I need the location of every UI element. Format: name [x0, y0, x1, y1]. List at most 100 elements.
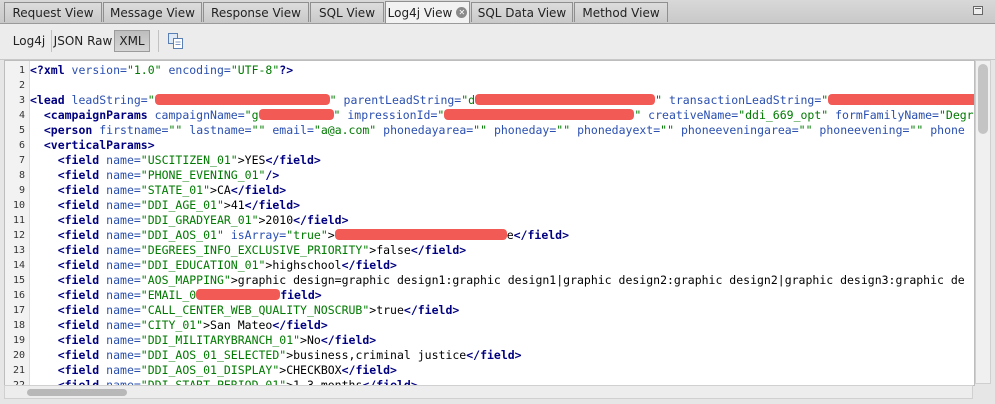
json-raw-button-label: JSON Raw [53, 34, 113, 48]
tab-log4j-view[interactable]: Log4j View ✕ [385, 1, 470, 23]
xml-tag: <verticalParams> [30, 138, 155, 152]
xml-attribute: phoneday= [487, 123, 557, 137]
xml-attribute: name= [99, 183, 141, 197]
xml-attribute: name= [99, 213, 141, 227]
xml-attribute: impressionId= [340, 108, 438, 122]
line-number: 17 [12, 305, 25, 316]
xml-button[interactable]: XML [114, 30, 150, 52]
xml-tag: <field [30, 213, 100, 227]
xml-value: "STATE_01" [140, 183, 211, 197]
xml-tag: /> [265, 168, 280, 182]
xml-tag: <field [30, 168, 100, 182]
xml-tag: </field> [244, 198, 301, 212]
xml-text: >true [369, 303, 404, 317]
xml-value: "EMAIL_0 [140, 288, 197, 302]
xml-value: "Degree [938, 108, 974, 122]
line-number: 7 [18, 155, 25, 166]
log4j-button[interactable]: Log4j [8, 30, 50, 52]
horizontal-scrollbar[interactable] [4, 385, 973, 399]
redaction-mark [444, 109, 635, 120]
code-line: 12 <field name="DDI_AOS_01" isArray="tru… [5, 228, 974, 243]
line-number: 9 [18, 185, 25, 196]
xml-attribute: transactionLeadString= [662, 93, 822, 107]
code-line: 20 <field name="DDI_AOS_01_SELECTED">bus… [5, 348, 974, 363]
line-number: 5 [18, 125, 25, 136]
tab-sql-view[interactable]: SQL View [310, 2, 384, 22]
xml-text: >CHECKBOX [279, 363, 342, 377]
code-line: 7 <field name="USCITIZEN_01">YES</field> [5, 153, 974, 168]
xml-tag: <field [30, 333, 100, 347]
xml-attribute: name= [99, 198, 141, 212]
xml-value: "DDI_AOS_01" [140, 228, 224, 242]
code-line: 6 <verticalParams> [5, 138, 974, 153]
tab-request-view[interactable]: Request View [4, 2, 102, 22]
xml-tag: <field [30, 363, 100, 377]
xml-tag: </field> [230, 183, 287, 197]
code-line: 9 <field name="STATE_01">CA</field> [5, 183, 974, 198]
tab-response-view[interactable]: Response View [203, 2, 309, 22]
maximize-icon[interactable] [973, 6, 983, 15]
copy-icon[interactable] [167, 32, 185, 50]
xml-value: "" [660, 123, 675, 137]
xml-tag: <lead [30, 93, 65, 107]
vertical-scroll-thumb[interactable] [978, 64, 988, 134]
horizontal-scroll-thumb[interactable] [27, 389, 127, 396]
tab-sql-data-view[interactable]: SQL Data View [471, 2, 573, 22]
xml-editor[interactable]: 1 <?xml version="1.0" encoding="UTF-8"?> 2… [4, 60, 975, 386]
xml-value: "" [909, 123, 924, 137]
xml-tag: <field [30, 318, 100, 332]
xml-value: " [147, 93, 155, 107]
xml-tag: </field> [320, 333, 377, 347]
close-icon[interactable]: ✕ [456, 7, 468, 18]
code-area: 1 <?xml version="1.0" encoding="UTF-8"?> 2… [5, 63, 974, 385]
xml-value: "" [473, 123, 488, 137]
code-line: 21 <field name="DDI_AOS_01_DISPLAY">CHEC… [5, 363, 974, 378]
xml-value: "ddi_669_opt" [738, 108, 829, 122]
redaction-mark [258, 109, 334, 120]
xml-value: "DEGREES_INFO_EXCLUSIVE_PRIORITY" [140, 243, 370, 257]
redaction-mark [154, 94, 330, 105]
code-text: <verticalParams> [30, 138, 155, 153]
xml-value: "DDI_AOS_01_SELECTED" [140, 348, 287, 362]
xml-value: "" [556, 123, 571, 137]
xml-attribute: lastname= [182, 123, 252, 137]
xml-value: "UTF-8" [230, 63, 280, 77]
line-number: 19 [12, 335, 25, 346]
redaction-mark [475, 94, 656, 105]
line-number: 13 [12, 245, 25, 256]
line-number: 2 [18, 80, 25, 91]
xml-attribute: name= [99, 288, 141, 302]
xml-attribute: encoding= [161, 63, 231, 77]
xml-tag: field> [280, 288, 322, 302]
xml-tag: <field [30, 183, 100, 197]
line-number: 16 [12, 290, 25, 301]
xml-text: e [506, 228, 514, 242]
xml-value: "" [251, 123, 266, 137]
code-text: <field name="CALL_CENTER_WEB_QUALITY_NOS… [30, 303, 460, 318]
xml-attribute: leadString= [64, 93, 148, 107]
tab-label: Request View [12, 5, 94, 20]
xml-value: "1.0" [126, 63, 162, 77]
code-line: 2 [5, 78, 974, 93]
code-text: <field name="DDI_AOS_01_SELECTED">busine… [30, 348, 522, 363]
xml-value: "DDI_EDUCATION_01" [140, 258, 266, 272]
code-text: <?xml version="1.0" encoding="UTF-8"?> [30, 63, 293, 78]
xml-value: "PHONE_EVENING_01" [140, 168, 266, 182]
xml-text: >2010 [258, 213, 294, 227]
line-number: 11 [12, 215, 25, 226]
log4j-button-label: Log4j [12, 34, 46, 48]
xml-value: "g [244, 108, 259, 122]
json-raw-button[interactable]: JSON Raw [53, 30, 113, 52]
tab-method-view[interactable]: Method View [574, 2, 668, 22]
vertical-scrollbar[interactable] [975, 60, 991, 384]
code-line: 5 <person firstname="" lastname="" email… [5, 123, 974, 138]
xml-text: >CA [210, 183, 231, 197]
xml-attribute: creativeName= [641, 108, 739, 122]
xml-attribute: name= [99, 273, 141, 287]
tab-message-view[interactable]: Message View [103, 2, 202, 22]
tab-label: Message View [110, 5, 195, 20]
xml-tag: <field [30, 258, 100, 272]
code-text: <field name="EMAIL_0 field> [30, 288, 322, 303]
line-number: 12 [12, 230, 25, 241]
line-number: 10 [12, 200, 25, 211]
